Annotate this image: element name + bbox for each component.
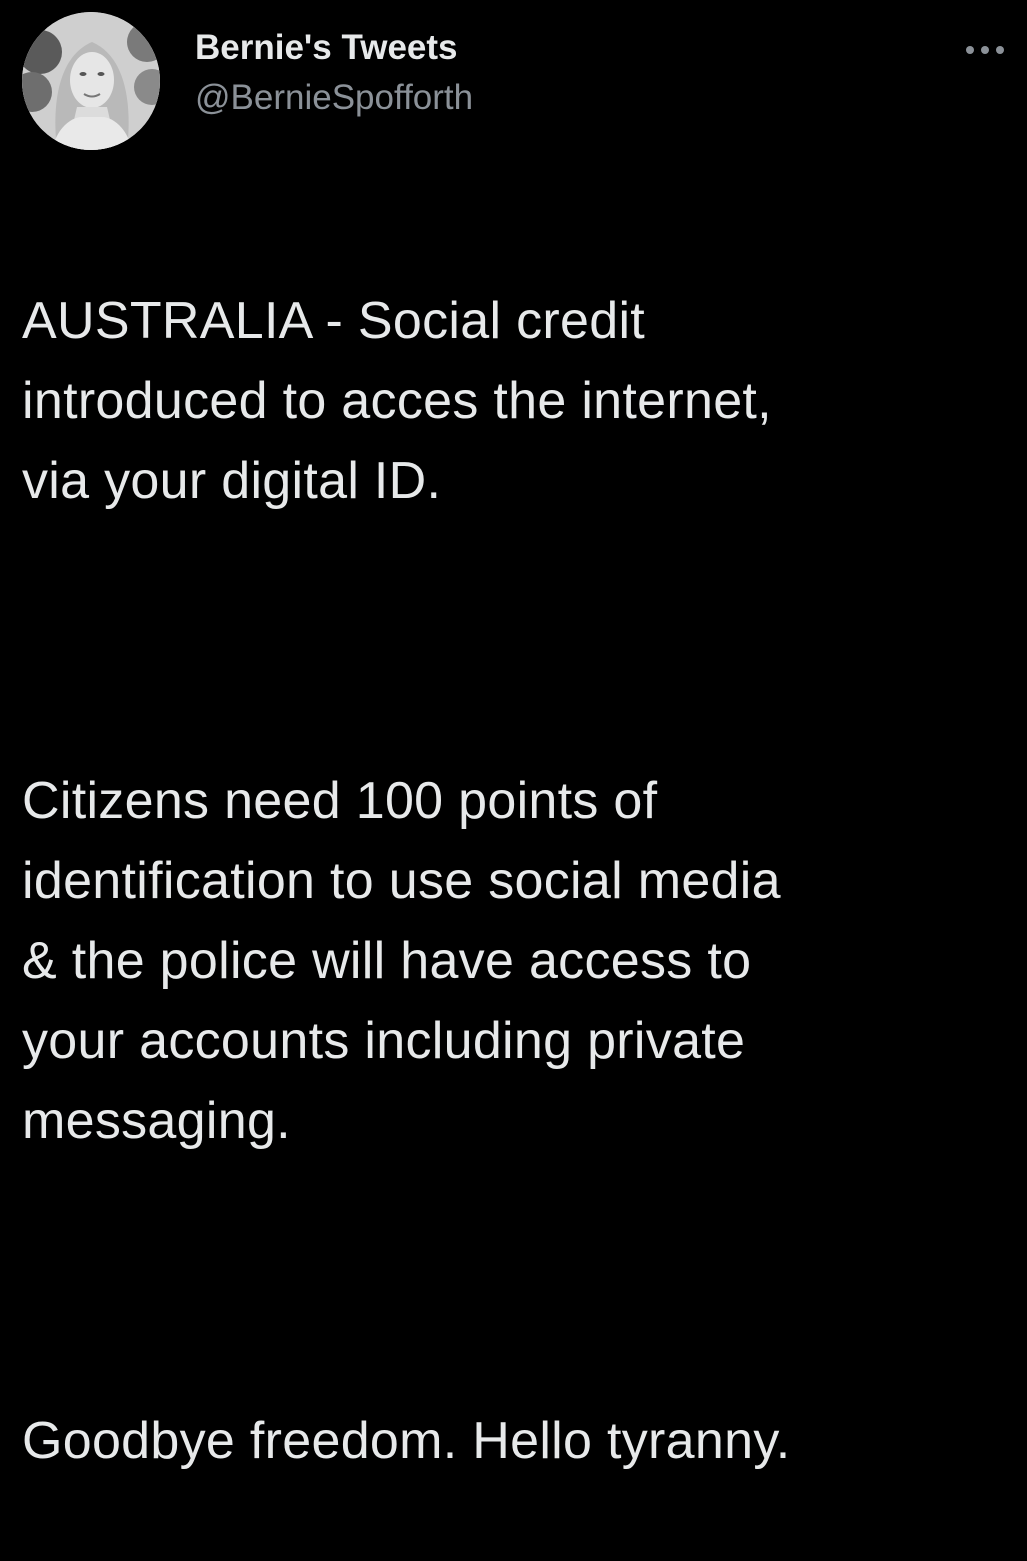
tweet-text: AUSTRALIA - Social credit introduced to … xyxy=(22,201,1007,1561)
display-name[interactable]: Bernie's Tweets xyxy=(195,26,473,70)
author-names[interactable]: Bernie's Tweets @BernieSpofforth xyxy=(195,26,473,120)
more-horizontal-icon xyxy=(966,46,1004,54)
tweet-paragraph-3: Goodbye freedom. Hello tyranny. xyxy=(22,1412,791,1470)
tweet-header: Bernie's Tweets @BernieSpofforth xyxy=(22,12,1007,152)
tweet-paragraph-2: Citizens need 100 points of identificati… xyxy=(22,772,781,1150)
avatar[interactable] xyxy=(22,12,160,150)
avatar-image xyxy=(22,12,160,150)
tweet-card[interactable]: Bernie's Tweets @BernieSpofforth AUSTRAL… xyxy=(0,0,1027,1470)
tweet-paragraph-1: AUSTRALIA - Social credit introduced to … xyxy=(22,292,772,510)
more-options-button[interactable] xyxy=(963,40,1007,60)
user-handle[interactable]: @BernieSpofforth xyxy=(195,76,473,120)
